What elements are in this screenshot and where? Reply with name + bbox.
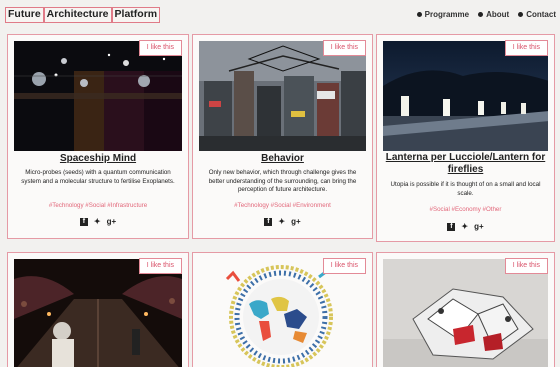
- logo-word-platform: Platform: [111, 7, 161, 23]
- facebook-icon[interactable]: f: [79, 217, 88, 226]
- twitter-icon[interactable]: ✦: [278, 217, 285, 226]
- project-title[interactable]: Behavior: [197, 153, 368, 165]
- main-nav: Programme About Contact: [416, 10, 556, 19]
- behavior-photo: [199, 41, 366, 151]
- share-links: f ✦ g+: [377, 222, 554, 231]
- like-button[interactable]: I like this: [504, 258, 548, 274]
- like-button[interactable]: I like this: [138, 40, 182, 56]
- twitter-icon[interactable]: ✦: [94, 217, 101, 226]
- bullet-icon: [518, 12, 524, 17]
- project-tags[interactable]: #Social #Economy #Other: [381, 206, 550, 213]
- project-card-world: I like this: [192, 252, 373, 367]
- project-image-world[interactable]: [199, 259, 366, 367]
- project-tags[interactable]: #Technology #Social #Infrastructure: [12, 202, 184, 209]
- share-links: f ✦ g+: [8, 217, 188, 226]
- google-plus-icon[interactable]: g+: [474, 222, 484, 231]
- share-links: f ✦ g+: [193, 217, 372, 226]
- street-photo: [14, 259, 182, 367]
- project-card-lanterna: I like this Lanterna per Lucciole/Lanter…: [376, 34, 555, 242]
- like-button[interactable]: I like this: [322, 40, 366, 56]
- nav-contact-label: Contact: [526, 10, 556, 19]
- logo-word-future: Future: [5, 7, 44, 23]
- nav-contact[interactable]: Contact: [518, 10, 556, 19]
- google-plus-icon[interactable]: g+: [107, 217, 117, 226]
- bullet-icon: [416, 12, 422, 17]
- project-image-street[interactable]: [14, 259, 182, 367]
- facebook-icon[interactable]: f: [447, 222, 456, 231]
- like-button[interactable]: I like this: [138, 258, 182, 274]
- twitter-icon[interactable]: ✦: [461, 222, 468, 231]
- world-illustration: [225, 265, 333, 367]
- spaceship-photo: [14, 41, 182, 151]
- project-tags[interactable]: #Technology #Social #Environment: [197, 202, 368, 209]
- project-card-spaceship-mind: I like this Spaceship Mind Micro-probes …: [7, 34, 189, 239]
- nav-programme[interactable]: Programme: [416, 10, 470, 19]
- sculpture-photo: [383, 259, 548, 367]
- project-description: Only new behavior, which through challen…: [208, 169, 357, 193]
- logo-word-architecture: Architecture: [43, 7, 112, 23]
- project-image-lanterna[interactable]: [383, 41, 548, 151]
- bullet-icon: [478, 12, 484, 17]
- top-bar: Future Architecture Platform Programme A…: [0, 0, 560, 30]
- project-description: Micro-probes (seeds) with a quantum comm…: [21, 169, 175, 185]
- project-card-sculpture: I like this: [376, 252, 555, 367]
- facebook-icon[interactable]: f: [264, 217, 273, 226]
- site-logo[interactable]: Future Architecture Platform: [5, 7, 161, 23]
- project-description: Utopia is possible if it is thought of o…: [390, 181, 541, 197]
- nav-about-label: About: [486, 10, 510, 19]
- google-plus-icon[interactable]: g+: [291, 217, 301, 226]
- nav-programme-label: Programme: [424, 10, 470, 19]
- project-image-behavior[interactable]: [199, 41, 366, 151]
- like-button[interactable]: I like this: [322, 258, 366, 274]
- project-card-behavior: I like this Behavior Only new behavior, …: [192, 34, 373, 239]
- project-image-spaceship-mind[interactable]: [14, 41, 182, 151]
- project-image-sculpture[interactable]: [383, 259, 548, 367]
- project-title[interactable]: Spaceship Mind: [12, 153, 184, 165]
- project-card-street: I like this: [7, 252, 189, 367]
- lanterna-photo: [383, 41, 548, 151]
- like-button[interactable]: I like this: [504, 40, 548, 56]
- project-title[interactable]: Lanterna per Lucciole/Lantern for firefl…: [381, 152, 550, 176]
- nav-about[interactable]: About: [478, 10, 509, 19]
